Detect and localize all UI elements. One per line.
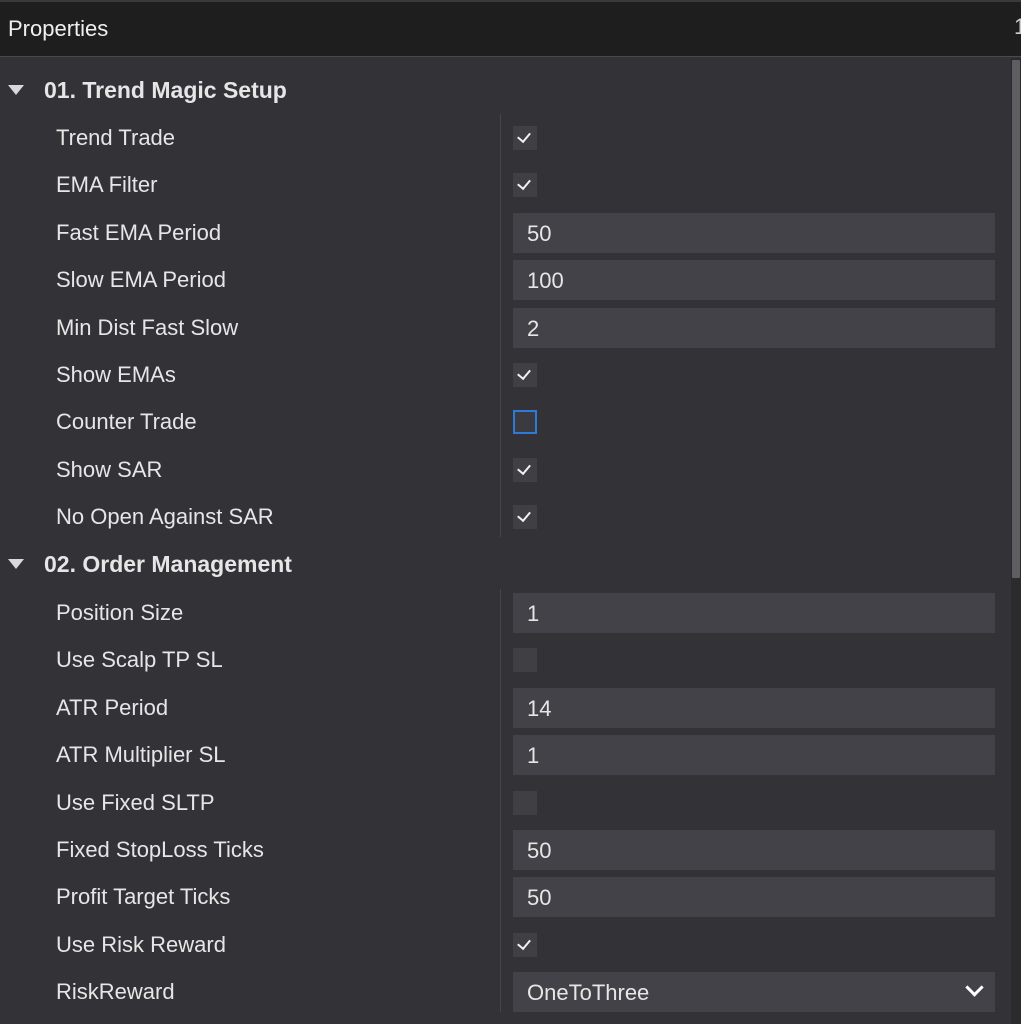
checkmark-icon: [517, 128, 531, 144]
property-row-riskreward: RiskReward OneToThree: [0, 968, 1008, 1015]
property-row-no-open-against-sar: No Open Against SAR: [0, 493, 1008, 540]
property-label: RiskReward: [56, 979, 175, 1004]
input-value: 1: [527, 601, 540, 626]
property-label: ATR Period: [56, 695, 169, 720]
use-risk-reward-checkbox[interactable]: [513, 933, 537, 957]
group-title: 01. Trend Magic Setup: [44, 77, 287, 103]
slow-ema-period-input[interactable]: 100: [513, 260, 995, 300]
property-label: EMA Filter: [56, 172, 158, 197]
fixed-stoploss-ticks-input[interactable]: 50: [513, 830, 995, 870]
input-value: 50: [527, 221, 552, 246]
use-scalp-tp-sl-checkbox[interactable]: [513, 648, 537, 672]
fast-ema-period-input[interactable]: 50: [513, 213, 995, 253]
property-label: Show SAR: [56, 457, 163, 482]
checkmark-icon: [517, 935, 531, 951]
property-row-ema-filter: EMA Filter: [0, 161, 1008, 208]
property-row-trend-trade: Trend Trade: [0, 114, 1008, 161]
ema-filter-checkbox[interactable]: [513, 173, 537, 197]
trend-trade-checkbox[interactable]: [513, 126, 537, 150]
property-label: No Open Against SAR: [56, 504, 274, 529]
property-label: Use Risk Reward: [56, 932, 226, 957]
property-label: Fast EMA Period: [56, 220, 222, 245]
property-row-slow-ema-period: Slow EMA Period 100: [0, 256, 1008, 303]
input-value: 50: [527, 885, 552, 910]
property-label: ATR Multiplier SL: [56, 742, 226, 767]
input-value: 14: [527, 696, 552, 721]
property-label: Fixed StopLoss Ticks: [56, 837, 264, 862]
use-fixed-sltp-checkbox[interactable]: [513, 791, 537, 815]
no-open-against-sar-checkbox[interactable]: [513, 505, 537, 529]
select-value: OneToThree: [527, 980, 650, 1005]
position-size-input[interactable]: 1: [513, 593, 995, 633]
property-label: Show EMAs: [56, 362, 176, 387]
profit-target-ticks-input[interactable]: 50: [513, 877, 995, 917]
property-row-atr-period: ATR Period 14: [0, 684, 1008, 731]
property-row-fixed-stoploss-ticks: Fixed StopLoss Ticks 50: [0, 826, 1008, 873]
counter-trade-checkbox[interactable]: [513, 410, 537, 434]
group-header-1[interactable]: 01. Trend Magic Setup: [0, 68, 1008, 112]
min-dist-fast-slow-input[interactable]: 2: [513, 308, 995, 348]
triangle-down-icon[interactable]: [8, 85, 24, 95]
checkmark-icon: [517, 507, 531, 523]
input-value: 1: [527, 743, 540, 768]
property-row-fast-ema-period: Fast EMA Period 50: [0, 209, 1008, 256]
adjacent-panel-edge: 1: [1014, 14, 1021, 39]
atr-multiplier-sl-input[interactable]: 1: [513, 735, 995, 775]
property-row-min-dist-fast-slow: Min Dist Fast Slow 2: [0, 304, 1008, 351]
property-label: Slow EMA Period: [56, 267, 226, 292]
property-label: Profit Target Ticks: [56, 884, 231, 909]
property-label: Position Size: [56, 600, 184, 625]
property-row-use-risk-reward: Use Risk Reward: [0, 921, 1008, 968]
property-row-profit-target-ticks: Profit Target Ticks 50: [0, 873, 1008, 920]
chevron-down-icon[interactable]: [965, 978, 984, 997]
property-label: Counter Trade: [56, 409, 197, 434]
property-row-atr-multiplier-sl: ATR Multiplier SL 1: [0, 731, 1008, 778]
atr-period-input[interactable]: 14: [513, 688, 995, 728]
property-row-counter-trade: Counter Trade: [0, 398, 1008, 445]
property-row-position-size: Position Size 1: [0, 589, 1008, 636]
triangle-down-icon[interactable]: [8, 559, 24, 569]
property-label: Min Dist Fast Slow: [56, 315, 239, 340]
property-row-use-fixed-sltp: Use Fixed SLTP: [0, 779, 1008, 826]
input-value: 50: [527, 838, 552, 863]
property-label: Use Fixed SLTP: [56, 790, 215, 815]
checkmark-icon: [517, 175, 531, 191]
show-sar-checkbox[interactable]: [513, 458, 537, 482]
property-label: Trend Trade: [56, 125, 176, 150]
property-row-show-sar: Show SAR: [0, 446, 1008, 493]
riskreward-select[interactable]: OneToThree: [513, 972, 995, 1012]
group-title: 02. Order Management: [44, 551, 292, 577]
panel-title: Properties: [8, 16, 109, 41]
properties-titlebar: Properties 1: [0, 0, 1021, 57]
property-row-show-emas: Show EMAs: [0, 351, 1008, 398]
property-row-use-scalp-tp-sl: Use Scalp TP SL: [0, 636, 1008, 683]
vertical-scrollbar-thumb[interactable]: [1012, 60, 1020, 578]
show-emas-checkbox[interactable]: [513, 363, 537, 387]
input-value: 100: [527, 268, 564, 293]
checkmark-icon: [517, 460, 531, 476]
input-value: 2: [527, 316, 540, 341]
property-label: Use Scalp TP SL: [56, 647, 223, 672]
checkmark-icon: [517, 365, 531, 381]
group-header-2[interactable]: 02. Order Management: [0, 542, 1008, 586]
